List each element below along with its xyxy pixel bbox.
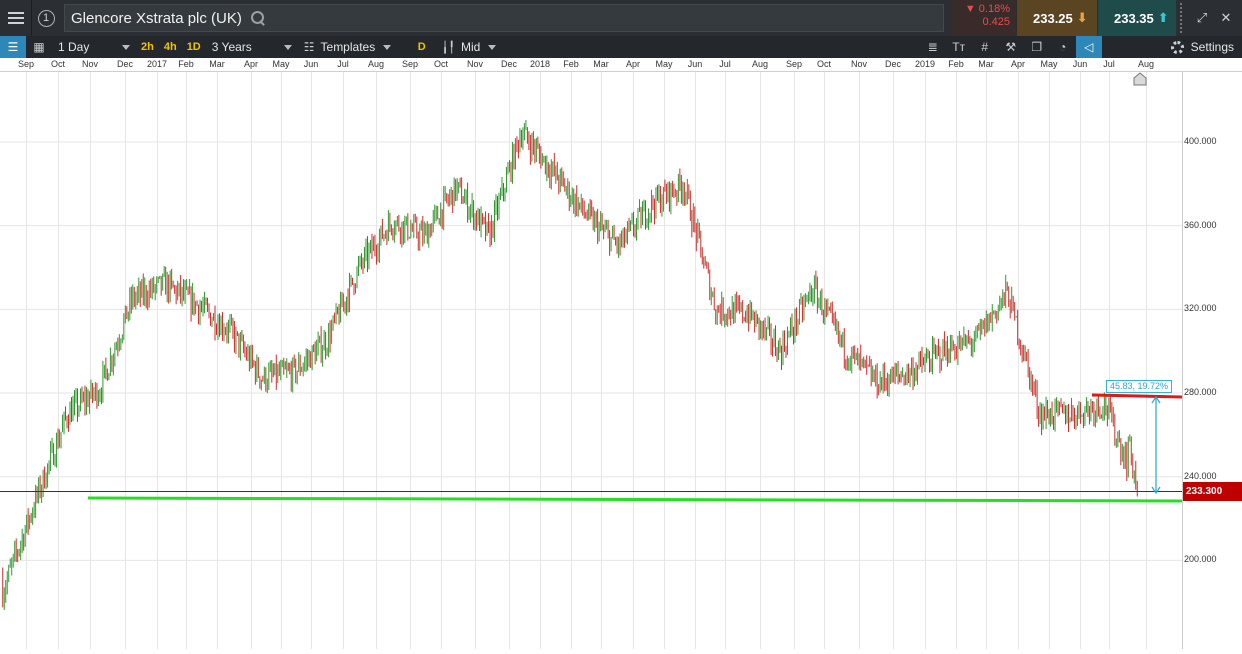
list-view-icon[interactable]: ☰: [0, 36, 26, 58]
crosshair-icon[interactable]: #: [972, 36, 998, 58]
price-axis-label: 360.000: [1184, 219, 1217, 230]
expand-icon[interactable]: ⤢: [1190, 10, 1214, 26]
time-axis-label: Oct: [816, 59, 832, 69]
settings-label: Settings: [1190, 40, 1234, 54]
layers-icon[interactable]: ❐: [1024, 36, 1050, 58]
tag-icon[interactable]: ◁: [1075, 36, 1102, 58]
price-change: ▼ 0.18% 0.425: [952, 0, 1016, 36]
time-axis-label: Dec: [884, 59, 902, 69]
time-axis-label: Nov: [466, 59, 484, 69]
time-axis-label: Jun: [687, 59, 703, 69]
time-axis-label: Jun: [303, 59, 319, 69]
time-axis-label: Feb: [948, 59, 964, 69]
time-axis-label: 2019: [914, 59, 936, 69]
window-controls: ⤢ ✕: [1178, 0, 1242, 36]
time-axis-label: Jul: [719, 59, 731, 69]
time-axis-label: Aug: [751, 59, 769, 69]
templates-icon: ☷: [303, 40, 315, 54]
measure-label: 45.83, 19.72%: [1106, 380, 1173, 393]
candles-icon: ╽╿: [441, 41, 455, 54]
time-axis-label: Dec: [500, 59, 518, 69]
chevron-down-icon: [283, 44, 292, 50]
chevron-down-icon: [488, 44, 497, 50]
price-axis-label: 320.000: [1184, 303, 1217, 314]
indicator-icon[interactable]: ◔: [1050, 36, 1076, 58]
time-axis-label: May: [1040, 59, 1058, 69]
sell-price: 233.25: [1033, 10, 1073, 26]
close-icon[interactable]: ✕: [1214, 10, 1238, 26]
gear-icon: [1170, 40, 1184, 54]
price-chart[interactable]: [0, 72, 1242, 649]
drag-handle-icon[interactable]: [1180, 3, 1190, 33]
time-axis-label: Oct: [50, 59, 66, 69]
time-axis-label: Feb: [178, 59, 194, 69]
time-axis-label: Jul: [1103, 59, 1115, 69]
chevron-down-icon: [383, 44, 392, 50]
time-axis-label: Aug: [1137, 59, 1155, 69]
templates-button[interactable]: ☷ Templates: [298, 36, 408, 58]
current-price-label: 233.300: [1183, 482, 1242, 501]
price-type-select[interactable]: ╽╿ Mid: [436, 36, 516, 58]
time-axis-label: Mar: [978, 59, 994, 69]
instrument-title: Glencore Xstrata plc (UK): [71, 9, 242, 27]
time-axis-label: May: [655, 59, 673, 69]
hamburger-menu-icon[interactable]: [0, 0, 32, 36]
chart-plot-area[interactable]: 400.000 360.000 320.000 280.000 240.000 200.0…: [0, 72, 1242, 649]
sell-price-button[interactable]: 233.25 ⬇: [1017, 0, 1097, 36]
interval-4h-button[interactable]: 4h: [159, 41, 182, 53]
arrow-up-icon: ⬆: [1157, 10, 1169, 25]
time-axis-label: Apr: [243, 59, 259, 69]
time-axis-label: 2018: [529, 59, 551, 69]
templates-label: Templates: [320, 40, 376, 54]
range-value: 3 Years: [211, 40, 252, 54]
drawing-tools-icon[interactable]: ⚒: [998, 36, 1024, 58]
time-axis-label: Mar: [209, 59, 225, 69]
time-axis-label: 2017: [146, 59, 168, 69]
arrow-down-icon: ⬇: [1076, 10, 1088, 25]
support-trendline: [87, 496, 1183, 503]
time-axis-label: Dec: [116, 59, 134, 69]
interval-2h-button[interactable]: 2h: [136, 41, 159, 53]
range-select[interactable]: 3 Years: [206, 36, 298, 58]
time-axis-label: Jul: [337, 59, 349, 69]
time-axis-label: Aug: [367, 59, 385, 69]
interval-select[interactable]: 1 Day: [52, 36, 136, 58]
time-axis-label: Sep: [17, 59, 35, 69]
time-axis-label: Apr: [1010, 59, 1026, 69]
time-axis: Sep Oct Nov Dec 2017 Feb Mar Apr May Jun Jul Aug Sep…: [0, 58, 1242, 72]
price-type-value: Mid: [460, 40, 481, 54]
interval-1d-button[interactable]: 1D: [182, 41, 206, 53]
buy-price-button[interactable]: 233.35 ⬆: [1098, 0, 1176, 36]
time-axis-label: Feb: [563, 59, 579, 69]
time-axis-label: Sep: [785, 59, 803, 69]
time-axis-label: Nov: [81, 59, 99, 69]
price-axis-label: 280.000: [1184, 387, 1217, 398]
chevron-down-icon: [122, 44, 130, 50]
search-icon[interactable]: [250, 10, 266, 26]
time-axis-label: Jun: [1072, 59, 1088, 69]
time-axis-label: Oct: [433, 59, 449, 69]
time-axis-label: Sep: [401, 59, 419, 69]
align-icon[interactable]: ≣: [920, 36, 946, 58]
info-circle-icon[interactable]: 1: [32, 0, 60, 36]
time-axis-label: May: [272, 59, 290, 69]
time-axis-label: Apr: [625, 59, 641, 69]
grid-layout-icon[interactable]: ▦: [26, 36, 52, 58]
time-axis-label: Nov: [850, 59, 868, 69]
change-percent: ▼ 0.18%: [964, 3, 1010, 15]
price-axis-label: 240.000: [1184, 470, 1217, 481]
settings-button[interactable]: Settings: [1170, 40, 1242, 54]
resistance-trendline: [1091, 393, 1183, 399]
price-axis-label: 400.000: [1184, 136, 1217, 146]
price-axis-label: 200.000: [1184, 554, 1217, 565]
d-button[interactable]: D: [408, 41, 436, 53]
timeline-marker-icon[interactable]: [1133, 72, 1147, 86]
chart-toolbar: ☰ ▦ 1 Day 2h 4h 1D 3 Years ☷ Templates D…: [0, 36, 1242, 58]
instrument-search-box[interactable]: Glencore Xstrata plc (UK): [64, 4, 944, 32]
buy-price: 233.35: [1114, 10, 1154, 26]
time-axis-label: Mar: [593, 59, 609, 69]
text-icon[interactable]: Tт: [946, 36, 972, 58]
interval-value: 1 Day: [58, 40, 90, 54]
change-absolute: 0.425: [982, 16, 1010, 28]
